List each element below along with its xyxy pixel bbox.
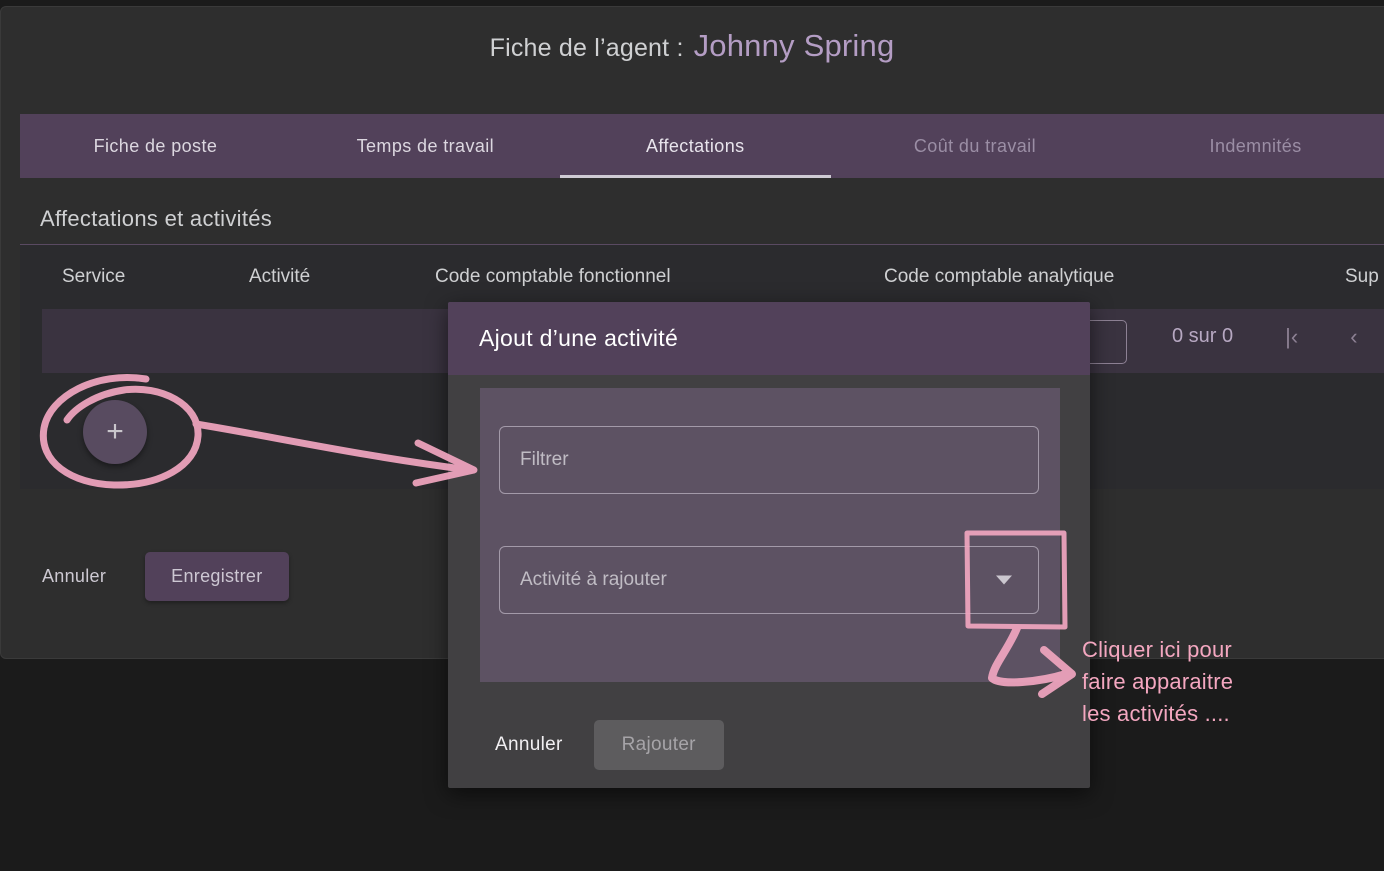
tab-label: Coût du travail — [913, 135, 1036, 156]
column-header-service: Service — [62, 266, 126, 287]
paginator: 0 sur 0 |‹ ‹ — [1172, 325, 1358, 348]
add-activity-dialog: Ajout d’une activité Filtrer Activité à … — [448, 302, 1090, 788]
save-button[interactable]: Enregistrer — [145, 552, 289, 601]
activity-select-placeholder: Activité à rajouter — [520, 569, 667, 590]
page-title: Fiche de l’agent : Johnny Spring — [0, 28, 1384, 64]
tab-temps-de-travail[interactable]: Temps de travail — [291, 114, 560, 178]
dialog-cancel-button[interactable]: Annuler — [493, 726, 565, 764]
tab-cout-du-travail[interactable]: Coût du travail — [831, 114, 1119, 178]
tab-indemnites[interactable]: Indemnités — [1119, 114, 1384, 178]
tab-bar: Fiche de poste Temps de travail Affectat… — [20, 114, 1384, 178]
app-root: Fiche de l’agent : Johnny Spring Fiche de… — [0, 0, 1384, 866]
column-header-activite: Activité — [249, 266, 311, 287]
tab-label: Affectations — [646, 135, 745, 156]
tab-label: Temps de travail — [356, 135, 495, 156]
paginator-count: 0 sur 0 — [1172, 325, 1234, 347]
dialog-fields-panel: Filtrer Activité à rajouter — [480, 388, 1060, 682]
chevron-down-icon[interactable] — [996, 575, 1012, 585]
tab-label: Fiche de poste — [93, 135, 218, 156]
column-header-supprimer: Sup — [1345, 266, 1379, 287]
column-header-code-comptable-fonctionnel: Code comptable fonctionnel — [435, 266, 671, 287]
dialog-actions: Annuler Rajouter — [493, 720, 724, 770]
first-page-icon[interactable]: |‹ — [1285, 325, 1298, 348]
plus-icon: + — [106, 415, 124, 448]
filter-input[interactable]: Filtrer — [499, 426, 1039, 494]
dialog-title: Ajout d’une activité — [479, 325, 679, 351]
tab-label: Indemnités — [1209, 135, 1302, 156]
section-title: Affectations et activités — [40, 206, 273, 231]
column-header-code-comptable-analytique: Code comptable analytique — [884, 266, 1115, 287]
activity-select[interactable]: Activité à rajouter — [499, 546, 1039, 614]
table-header-row: Service Activité Code comptable fonction… — [20, 245, 1384, 309]
previous-page-icon[interactable]: ‹ — [1350, 325, 1357, 348]
dialog-header: Ajout d’une activité — [448, 302, 1090, 375]
cancel-button[interactable]: Annuler — [40, 558, 108, 595]
filter-placeholder: Filtrer — [520, 449, 569, 470]
agent-name: Johnny Spring — [693, 28, 895, 63]
footer-actions: Annuler Enregistrer — [40, 552, 289, 601]
add-activity-button[interactable]: + — [83, 400, 147, 464]
dialog-confirm-button: Rajouter — [593, 720, 724, 770]
tab-fiche-de-poste[interactable]: Fiche de poste — [20, 114, 291, 178]
tab-affectations[interactable]: Affectations — [559, 114, 831, 178]
page-title-lead: Fiche de l’agent : — [489, 34, 684, 62]
